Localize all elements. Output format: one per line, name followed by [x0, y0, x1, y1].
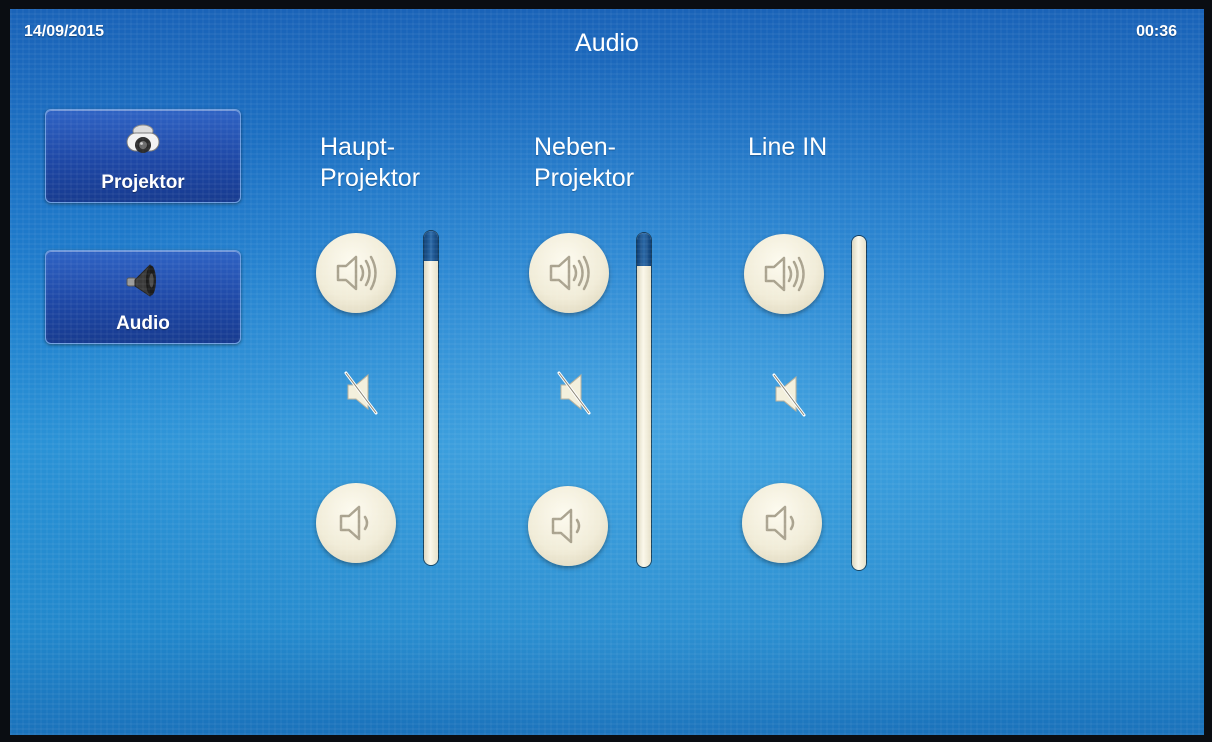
- volume-up-icon: [549, 255, 590, 291]
- touch-screen: 14/09/2015 Audio 00:36 Projektor Audio H…: [10, 9, 1204, 735]
- channel-label-line2: Projektor: [320, 164, 421, 192]
- volume-up-icon: [336, 255, 377, 291]
- mute-button-neben-projektor[interactable]: [555, 367, 595, 417]
- volume-down-icon: [765, 505, 795, 541]
- mute-button-line-in[interactable]: [770, 369, 810, 419]
- nav-button-audio[interactable]: Audio: [45, 250, 241, 344]
- projector-icon: [123, 119, 163, 159]
- loudspeaker-icon: [123, 260, 163, 300]
- volume-up-icon: [764, 256, 805, 292]
- mute-icon: [772, 373, 806, 417]
- volume-up-button-line-in[interactable]: [744, 234, 824, 314]
- nav-label-audio: Audio: [116, 313, 170, 334]
- channel-label-neben-projektor: Neben- Projektor: [534, 132, 634, 194]
- channel-label-line2: Projektor: [534, 164, 635, 192]
- channel-label-line1: Line IN: [748, 133, 828, 161]
- volume-down-button-line-in[interactable]: [742, 483, 822, 563]
- channel-label-line-in: Line IN: [748, 132, 827, 163]
- volume-up-button-neben-projektor[interactable]: [529, 233, 609, 313]
- nav-label-projektor: Projektor: [101, 172, 185, 193]
- volume-down-icon: [551, 508, 581, 544]
- nav-button-projektor[interactable]: Projektor: [45, 109, 241, 203]
- volume-slider-empty-part: [424, 231, 438, 261]
- volume-down-icon: [339, 505, 369, 541]
- page-title: Audio: [575, 29, 639, 57]
- mute-icon: [557, 371, 591, 415]
- status-time: 00:36: [1136, 23, 1177, 40]
- volume-slider-line-in[interactable]: [852, 236, 866, 570]
- mute-button-haupt-projektor[interactable]: [342, 367, 382, 417]
- channel-label-line1: Neben-: [534, 133, 616, 161]
- volume-slider-empty-part: [637, 233, 651, 266]
- volume-down-button-neben-projektor[interactable]: [528, 486, 608, 566]
- mute-icon: [344, 371, 378, 415]
- channel-label-line1: Haupt-: [320, 133, 396, 161]
- volume-up-button-haupt-projektor[interactable]: [316, 233, 396, 313]
- volume-slider-haupt-projektor[interactable]: [424, 231, 438, 565]
- volume-down-button-haupt-projektor[interactable]: [316, 483, 396, 563]
- volume-slider-neben-projektor[interactable]: [637, 233, 651, 567]
- channel-label-haupt-projektor: Haupt- Projektor: [320, 132, 420, 194]
